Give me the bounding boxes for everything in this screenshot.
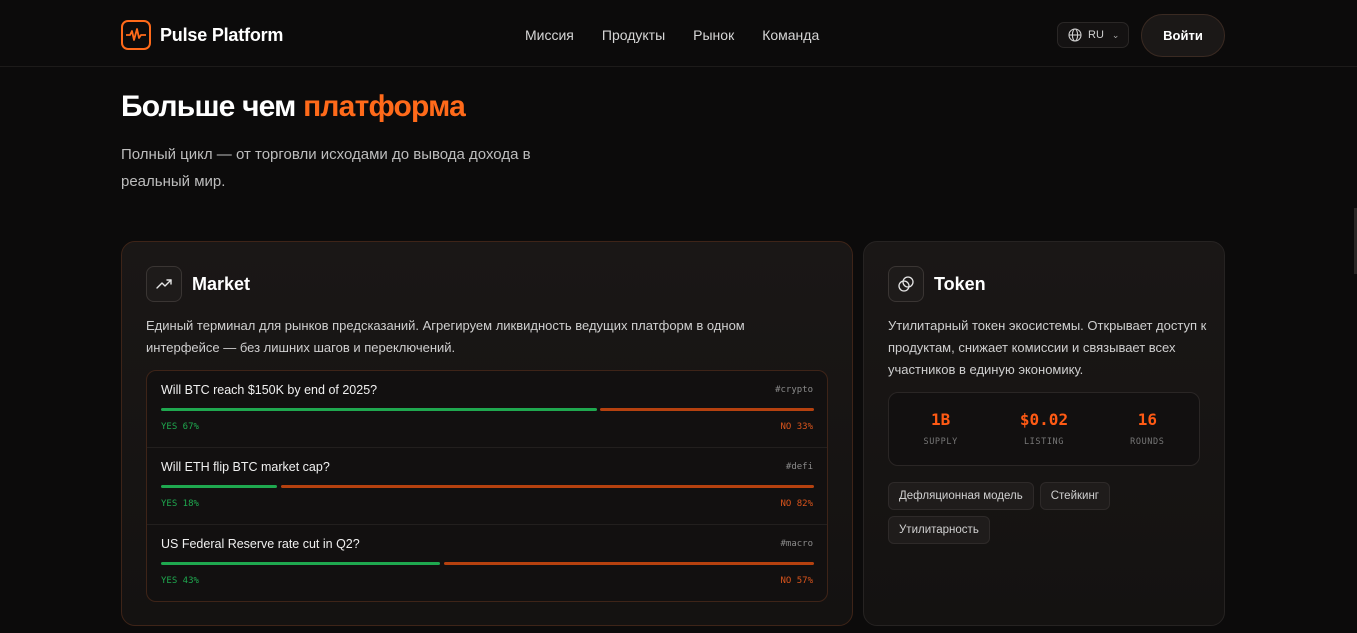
no-bar — [443, 562, 814, 565]
market-odds-bar — [161, 408, 814, 411]
token-feature-chips: Дефляционная модель Стейкинг Утилитарнос… — [888, 482, 1208, 550]
yes-bar — [161, 562, 440, 565]
token-card-title: Token — [934, 273, 986, 294]
token-card-header: Token — [888, 266, 986, 302]
market-odds-bar — [161, 485, 814, 488]
stat-value: 16 — [1137, 410, 1157, 429]
market-card-header: Market — [146, 266, 250, 302]
market-question: Will ETH flip BTC market cap? — [161, 460, 330, 474]
no-label: NO 82% — [780, 499, 813, 509]
chevron-down-icon: ⌄ — [1111, 29, 1120, 40]
site-header: Pulse Platform Миссия Продукты Рынок Ком… — [0, 0, 1357, 67]
stat-label: SUPPLY — [923, 437, 958, 447]
globe-icon — [1068, 28, 1082, 42]
nav-item-products[interactable]: Продукты — [602, 26, 665, 44]
trending-up-icon — [146, 266, 182, 302]
chip-utility[interactable]: Утилитарность — [888, 516, 990, 544]
stat-supply: 1B SUPPLY — [889, 393, 992, 465]
market-row[interactable]: Will ETH flip BTC market cap? #defi YES … — [147, 448, 827, 525]
brand-logo[interactable]: Pulse Platform — [121, 20, 283, 50]
hero-title: Больше чем платформа — [121, 88, 466, 126]
hero-subtitle: Полный цикл — от торговли исходами до вы… — [121, 146, 531, 190]
yes-label: YES 67% — [161, 422, 199, 432]
nav-item-team[interactable]: Команда — [762, 26, 819, 44]
yes-bar — [161, 485, 277, 488]
stat-label: LISTING — [1023, 437, 1064, 447]
stat-rounds: 16 ROUNDS — [1096, 393, 1199, 465]
market-row[interactable]: US Federal Reserve rate cut in Q2? #macr… — [147, 525, 827, 601]
market-question: US Federal Reserve rate cut in Q2? — [161, 537, 360, 551]
hero-title-main: Больше чем — [121, 90, 304, 123]
market-list: Will BTC reach $150K by end of 2025? #cr… — [146, 370, 828, 602]
market-question: Will BTC reach $150K by end of 2025? — [161, 383, 378, 397]
market-card-title: Market — [192, 273, 251, 294]
market-card: Market Единый терминал для рынков предск… — [121, 241, 853, 626]
no-bar — [600, 408, 814, 411]
market-row[interactable]: Will BTC reach $150K by end of 2025? #cr… — [147, 371, 827, 448]
token-stats: 1B SUPPLY $0.02 LISTING 16 ROUNDS — [888, 392, 1200, 466]
no-label: NO 33% — [780, 422, 813, 432]
login-button[interactable]: Войти — [1141, 14, 1225, 57]
stat-listing: $0.02 LISTING — [992, 393, 1095, 465]
token-card: Token Утилитарный токен экосистемы. Откр… — [863, 241, 1225, 626]
hero-title-accent: платформа — [303, 90, 466, 123]
pulse-icon — [121, 20, 151, 50]
coins-icon — [888, 266, 924, 302]
chip-staking[interactable]: Стейкинг — [1039, 482, 1110, 510]
brand-name: Pulse Platform — [160, 24, 284, 45]
token-card-description: Утилитарный токен экосистемы. Открывает … — [888, 318, 1207, 377]
nav-item-market[interactable]: Рынок — [693, 26, 734, 44]
market-tag: #macro — [780, 539, 813, 549]
yes-label: YES 18% — [161, 499, 199, 509]
yes-bar — [161, 408, 597, 411]
language-code: RU — [1088, 29, 1104, 41]
market-tag: #defi — [785, 462, 813, 472]
stat-value: 1B — [931, 410, 951, 429]
main-nav: Миссия Продукты Рынок Команда — [525, 26, 847, 44]
nav-item-mission[interactable]: Миссия — [525, 26, 574, 44]
no-label: NO 57% — [780, 576, 813, 586]
no-bar — [280, 485, 814, 488]
yes-label: YES 43% — [161, 576, 199, 586]
market-card-description: Единый терминал для рынков предсказаний.… — [146, 318, 745, 355]
language-selector[interactable]: RU ⌄ — [1057, 22, 1129, 48]
stat-label: ROUNDS — [1130, 437, 1165, 447]
stat-value: $0.02 — [1019, 410, 1069, 429]
chip-deflationary[interactable]: Дефляционная модель — [888, 482, 1034, 510]
market-odds-bar — [161, 562, 814, 565]
market-tag: #crypto — [775, 385, 813, 395]
